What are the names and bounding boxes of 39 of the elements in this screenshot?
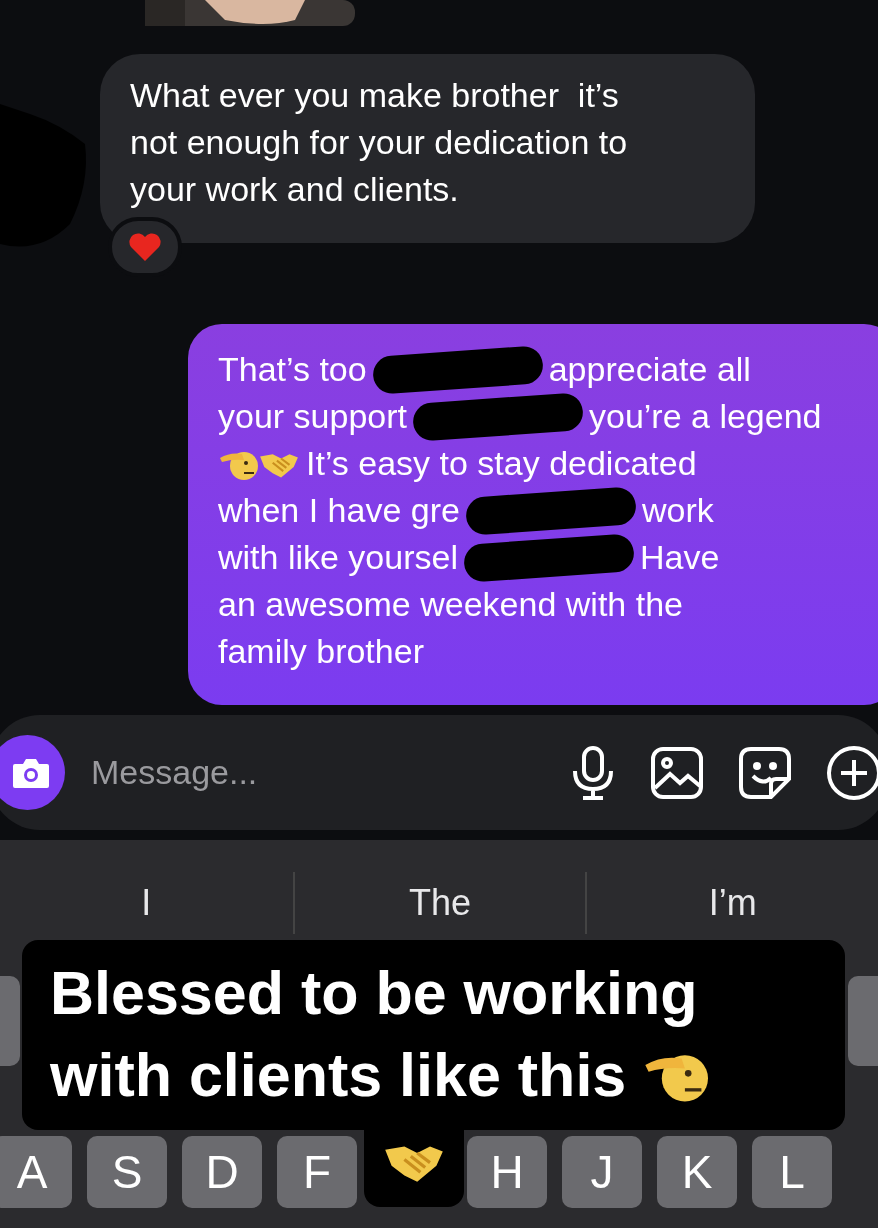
message-text: appreciate all xyxy=(548,349,751,390)
keyboard-key[interactable]: H xyxy=(467,1136,547,1208)
message-text: your work and clients. xyxy=(130,169,460,210)
keyboard-key[interactable]: D xyxy=(182,1136,262,1208)
message-text: That’s too xyxy=(218,349,367,390)
keyboard-key[interactable] xyxy=(0,976,20,1066)
gallery-button[interactable] xyxy=(650,745,704,800)
image-icon xyxy=(650,745,704,800)
message-text: family brother xyxy=(218,631,424,672)
message-text: not enough for your dedication to xyxy=(130,122,629,163)
message-text: It’s easy to stay dedicated xyxy=(306,443,697,484)
sticker-icon xyxy=(738,745,792,800)
message-text: when I have gre xyxy=(218,490,460,531)
message-text: an awesome weekend with the xyxy=(218,584,683,625)
camera-button[interactable] xyxy=(0,735,65,810)
microphone-icon xyxy=(570,744,616,801)
message-text: Have xyxy=(640,537,720,578)
message-text: your support xyxy=(218,396,407,437)
message-text: work xyxy=(641,490,714,531)
keyboard-key[interactable]: L xyxy=(752,1136,832,1208)
caption-text: Blessed to be working xyxy=(50,958,698,1029)
message-text: with like yoursel xyxy=(218,537,458,578)
sticker-button[interactable] xyxy=(738,745,792,800)
keyboard-key[interactable]: K xyxy=(657,1136,737,1208)
message-text: What ever you make brother it’s xyxy=(130,75,620,116)
word-suggestion[interactable]: I xyxy=(0,872,293,934)
heart-icon xyxy=(128,232,162,262)
add-button[interactable] xyxy=(826,744,878,801)
keyboard-key[interactable]: F xyxy=(277,1136,357,1208)
caption-text: with clients like this xyxy=(50,1040,627,1111)
keyboard-key[interactable]: S xyxy=(87,1136,167,1208)
word-suggestion[interactable]: I’m xyxy=(585,872,878,934)
microphone-button[interactable] xyxy=(570,744,616,801)
keyboard-key[interactable]: J xyxy=(562,1136,642,1208)
keyboard-key[interactable]: A xyxy=(0,1136,72,1208)
message-input[interactable]: Message... xyxy=(89,752,536,793)
word-suggestion[interactable]: The xyxy=(292,872,586,934)
message-text: you’re a legend xyxy=(589,396,822,437)
plus-icon xyxy=(826,744,878,801)
